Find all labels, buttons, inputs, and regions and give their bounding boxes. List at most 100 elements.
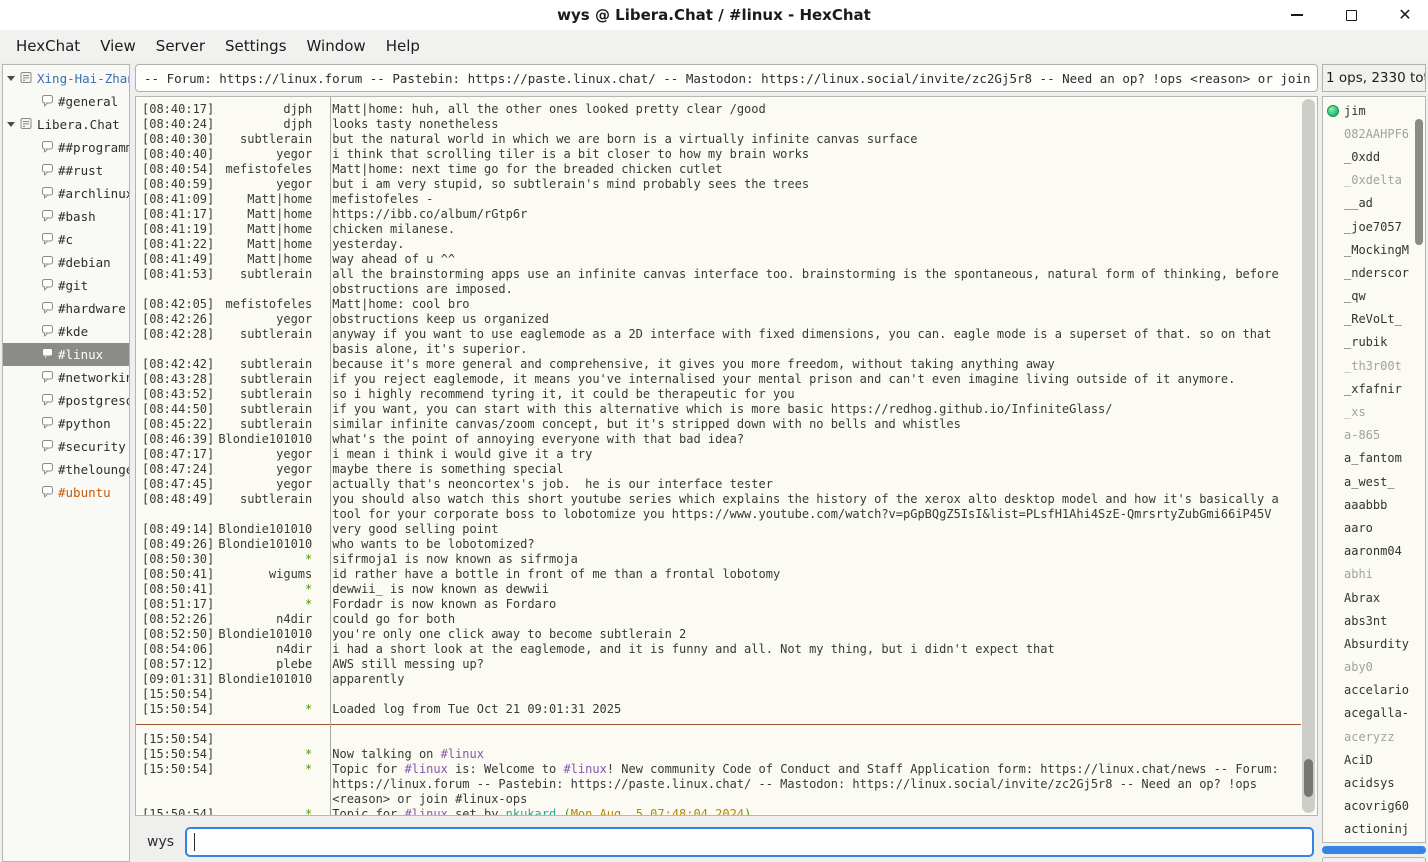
message: Matt|home: huh, all the other ones looke… [324,102,1317,117]
userlist-item[interactable]: _0xdd [1323,145,1425,168]
close-button[interactable]: ✕ [1394,4,1416,26]
userlist-item[interactable]: _th3r00t [1323,354,1425,377]
userlist-item[interactable]: acovrig60 [1323,795,1425,818]
message: dewwii_ is now known as dewwii [324,582,1317,597]
op-status-icon [1327,105,1339,117]
message-segment: is: Welcome to [448,762,564,776]
menu-item-hexchat[interactable]: HexChat [6,32,90,60]
left-column: Xing-Hai-Zhan#general Libera.Chat ##progra… [2,64,130,862]
menu-item-settings[interactable]: Settings [215,32,297,60]
channel-item-archlinux[interactable]: #archlinux [3,182,129,205]
nick: yegor [214,147,324,162]
userlist-item[interactable]: AciD [1323,748,1425,771]
nick: yegor [214,477,324,492]
userlist-item[interactable]: acegalla- [1323,702,1425,725]
channel-item-debian[interactable]: #debian [3,251,129,274]
channel-item-ubuntu[interactable]: #ubuntu [3,481,129,504]
chat-line: [08:40:17]djphMatt|home: huh, all the ot… [136,102,1317,117]
menu-item-window[interactable]: Window [297,32,376,60]
userlist-item[interactable]: aaronm04 [1323,540,1425,563]
chat-line: [15:50:54]*Now talking on #linux [136,747,1317,762]
userlist-item[interactable]: jim [1323,99,1425,122]
channel-item-linux[interactable]: #linux [3,343,129,366]
userlist-item[interactable]: acidsys [1323,771,1425,794]
minimize-button[interactable] [1286,4,1308,26]
nick: subtlerain [214,387,324,402]
channel-item-thelounge[interactable]: #thelounge [3,458,129,481]
server-tree[interactable]: Xing-Hai-Zhan#general Libera.Chat ##progra… [2,64,130,862]
message-input[interactable] [185,827,1314,857]
userlist-item[interactable]: aby0 [1323,656,1425,679]
chat-scrollbar-thumb[interactable] [1304,759,1313,797]
channel-item-git[interactable]: #git [3,274,129,297]
channel-icon [39,186,54,202]
channel-item-security[interactable]: #security [3,435,129,458]
channel-item-postgresql[interactable]: #postgresql [3,389,129,412]
userlist-item[interactable]: aaabbb [1323,493,1425,516]
nick: * [214,807,324,816]
chat-line: [15:50:54]*Topic for #linux is: Welcome … [136,762,1317,807]
maximize-button[interactable] [1340,4,1362,26]
userlist-item[interactable]: _ReVoLt_ [1323,308,1425,331]
userlist-item[interactable]: a_fantom [1323,447,1425,470]
channel-item-programmi[interactable]: ##programmi [3,136,129,159]
userlist-item[interactable]: aceryzz [1323,725,1425,748]
timestamp: [08:49:26] [136,537,214,552]
chat-scrollbar[interactable] [1302,99,1315,813]
userlist-item[interactable]: Absurdity [1323,632,1425,655]
main-area: Xing-Hai-Zhan#general Libera.Chat ##progra… [0,62,1428,862]
userlist-item[interactable]: _qw [1323,285,1425,308]
channel-item-general[interactable]: #general [3,90,129,113]
userlist-item[interactable]: __ad [1323,192,1425,215]
userlist-item[interactable]: _xfafnir [1323,377,1425,400]
channel-item-networking[interactable]: #networking [3,366,129,389]
message: Now talking on #linux [324,747,1317,762]
center-column: -- Forum: https://linux.forum -- Pastebi… [135,64,1318,862]
userlist-horizontal-scrollbar[interactable] [1322,846,1426,854]
channel-item-c[interactable]: #c [3,228,129,251]
userlist-item[interactable]: _MockingM [1323,238,1425,261]
nick: subtlerain [214,402,324,417]
channel-item-hardware[interactable]: #hardware [3,297,129,320]
server-tree-network[interactable]: Libera.Chat [3,113,129,136]
server-icon [19,71,33,87]
userlist-item[interactable]: _rubik [1323,331,1425,354]
nick: djph [214,117,324,132]
expander-icon[interactable] [7,76,15,81]
userlist-item[interactable]: a_west_ [1323,470,1425,493]
network-name: Libera.Chat [37,117,120,132]
chat-line: [08:41:19]Matt|homechicken milanese. [136,222,1317,237]
user-list[interactable]: jim082AAHPF6_0xdd_0xdelta__ad_joe7057_Mo… [1322,96,1426,843]
message: anyway if you want to use eaglemode as a… [324,327,1317,357]
userlist-item[interactable]: accelario [1323,679,1425,702]
userlist-item[interactable]: 082AAHPF6 [1323,122,1425,145]
channel-item-rust[interactable]: ##rust [3,159,129,182]
channel-item-kde[interactable]: #kde [3,320,129,343]
expander-icon[interactable] [7,122,15,127]
message: https://ibb.co/album/rGtp6r [324,207,1317,222]
userlist-item[interactable]: Abrax [1323,586,1425,609]
userlist-item[interactable]: a-865 [1323,424,1425,447]
menu-item-server[interactable]: Server [146,32,215,60]
chat-log[interactable]: [08:40:17]djphMatt|home: huh, all the ot… [135,96,1318,816]
nick: Matt|home [214,222,324,237]
userlist-item[interactable]: _nderscor [1323,261,1425,284]
menu-item-help[interactable]: Help [376,32,430,60]
chat-line: [08:43:28]subtlerainif you reject eaglem… [136,372,1317,387]
userlist-item[interactable]: _0xdelta [1323,169,1425,192]
userlist-item[interactable]: actioninj [1323,818,1425,841]
userlist-item[interactable]: _xs [1323,400,1425,423]
channel-item-python[interactable]: #python [3,412,129,435]
nick: * [214,762,324,777]
userlist-item[interactable]: abhi [1323,563,1425,586]
message: all the brainstorming apps use an infini… [324,267,1317,297]
topic-bar[interactable]: -- Forum: https://linux.forum -- Pastebi… [135,64,1318,92]
server-tree-network[interactable]: Xing-Hai-Zhan [3,67,129,90]
message-segment: nkukard [506,807,557,816]
userlist-item[interactable]: aaro [1323,516,1425,539]
channel-item-bash[interactable]: #bash [3,205,129,228]
userlist-item[interactable]: _joe7057 [1323,215,1425,238]
menu-item-view[interactable]: View [90,32,146,60]
userlist-item[interactable]: abs3nt [1323,609,1425,632]
nick: Blondie101010 [214,537,324,552]
